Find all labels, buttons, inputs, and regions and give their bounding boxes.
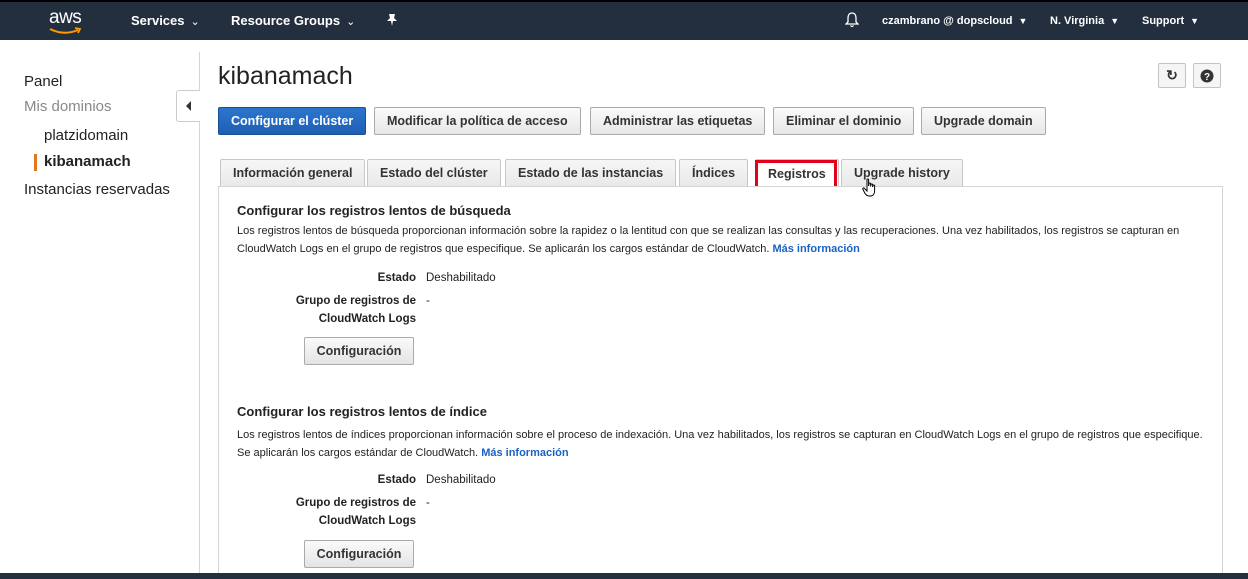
index-config-button[interactable]: Configuración bbox=[304, 540, 414, 568]
pin-icon[interactable] bbox=[386, 13, 398, 30]
user-label: czambrano @ dopscloud bbox=[882, 15, 1013, 27]
search-config-button[interactable]: Configuración bbox=[304, 337, 414, 365]
help-button[interactable]: ? bbox=[1193, 63, 1221, 88]
search-status-label: Estado bbox=[377, 272, 416, 284]
page-title: kibanamach bbox=[218, 62, 353, 90]
search-logs-more-info-link[interactable]: Más información bbox=[772, 243, 859, 255]
help-icon: ? bbox=[1200, 69, 1214, 83]
services-menu[interactable]: Services ⌄ bbox=[131, 13, 200, 28]
index-status-value: Deshabilitado bbox=[426, 474, 496, 486]
manage-tags-button[interactable]: Administrar las etiquetas bbox=[590, 107, 766, 135]
sidebar-collapse-button[interactable] bbox=[176, 90, 200, 122]
sidebar-item-platzidomain[interactable]: platzidomain bbox=[44, 127, 128, 144]
index-logs-description: Los registros lentos de índices proporci… bbox=[237, 426, 1205, 462]
tab-indices[interactable]: Índices bbox=[679, 159, 749, 186]
sidebar: Panel Mis dominios platzidomain kibanama… bbox=[0, 40, 200, 573]
sidebar-item-kibanamach[interactable]: kibanamach bbox=[34, 153, 131, 171]
index-status-label: Estado bbox=[377, 474, 416, 486]
sidebar-divider bbox=[199, 52, 200, 573]
support-label: Support bbox=[1142, 15, 1185, 27]
region-label: N. Virginia bbox=[1050, 15, 1105, 27]
index-group-label-line1: Grupo de registros de bbox=[295, 497, 416, 509]
index-logs-text: Los registros lentos de índices proporci… bbox=[237, 429, 1203, 459]
refresh-icon: ↻ bbox=[1166, 67, 1178, 83]
resource-groups-label: Resource Groups bbox=[231, 13, 341, 28]
tab-estado-cluster[interactable]: Estado del clúster bbox=[367, 159, 501, 186]
index-logs-more-info-link[interactable]: Más información bbox=[481, 447, 568, 459]
active-marker bbox=[34, 154, 37, 171]
account-menu[interactable]: czambrano @ dopscloud ▼ bbox=[882, 15, 1027, 27]
region-menu[interactable]: N. Virginia ▼ bbox=[1050, 15, 1119, 27]
sidebar-item-panel[interactable]: Panel bbox=[24, 73, 62, 90]
aws-logo-icon[interactable]: aws bbox=[45, 5, 91, 37]
resource-groups-menu[interactable]: Resource Groups ⌄ bbox=[231, 13, 355, 28]
refresh-button[interactable]: ↻ bbox=[1158, 63, 1186, 88]
aws-logo-text: aws bbox=[49, 7, 82, 28]
search-logs-title: Configurar los registros lentos de búsqu… bbox=[237, 203, 511, 218]
chevron-down-icon: ▼ bbox=[1018, 16, 1028, 26]
search-logs-text: Los registros lentos de búsqueda proporc… bbox=[237, 225, 1180, 255]
search-status-value: Deshabilitado bbox=[426, 272, 496, 284]
chevron-down-icon: ⌄ bbox=[190, 16, 200, 28]
delete-domain-button[interactable]: Eliminar el dominio bbox=[773, 107, 915, 135]
aws-smile-icon bbox=[49, 27, 82, 34]
chevron-down-icon: ▼ bbox=[1190, 16, 1200, 26]
tab-estado-instancias[interactable]: Estado de las instancias bbox=[505, 159, 677, 186]
sidebar-item-label: kibanamach bbox=[44, 153, 131, 170]
collapse-arrow-icon bbox=[186, 101, 191, 111]
bell-icon[interactable] bbox=[844, 12, 860, 33]
chevron-down-icon: ▼ bbox=[1110, 16, 1120, 26]
index-logs-title: Configurar los registros lentos de índic… bbox=[237, 404, 487, 419]
tab-upgrade-history[interactable]: Upgrade history bbox=[841, 159, 963, 186]
top-nav-bar: aws Services ⌄ Resource Groups ⌄ czambrano… bbox=[0, 0, 1248, 40]
svg-text:?: ? bbox=[1204, 72, 1210, 83]
search-group-value: - bbox=[426, 295, 430, 307]
sidebar-item-instancias-reservadas[interactable]: Instancias reservadas bbox=[24, 181, 170, 198]
support-menu[interactable]: Support ▼ bbox=[1142, 15, 1199, 27]
search-group-label-line1: Grupo de registros de bbox=[295, 295, 416, 307]
modify-access-policy-button[interactable]: Modificar la política de acceso bbox=[374, 107, 581, 135]
hand-cursor-icon bbox=[862, 178, 878, 203]
tab-informacion-general[interactable]: Información general bbox=[220, 159, 366, 186]
configure-cluster-button[interactable]: Configurar el clúster bbox=[218, 107, 367, 135]
services-label: Services bbox=[131, 13, 185, 28]
upgrade-domain-button[interactable]: Upgrade domain bbox=[921, 107, 1046, 135]
chevron-down-icon: ⌄ bbox=[346, 16, 356, 28]
sidebar-item-mis-dominios[interactable]: Mis dominios bbox=[24, 98, 112, 115]
index-group-label-line2: CloudWatch Logs bbox=[318, 515, 416, 527]
index-group-value: - bbox=[426, 497, 430, 509]
search-logs-description: Los registros lentos de búsqueda proporc… bbox=[237, 222, 1205, 258]
bottom-bar bbox=[0, 573, 1248, 579]
search-group-label-line2: CloudWatch Logs bbox=[318, 313, 416, 325]
